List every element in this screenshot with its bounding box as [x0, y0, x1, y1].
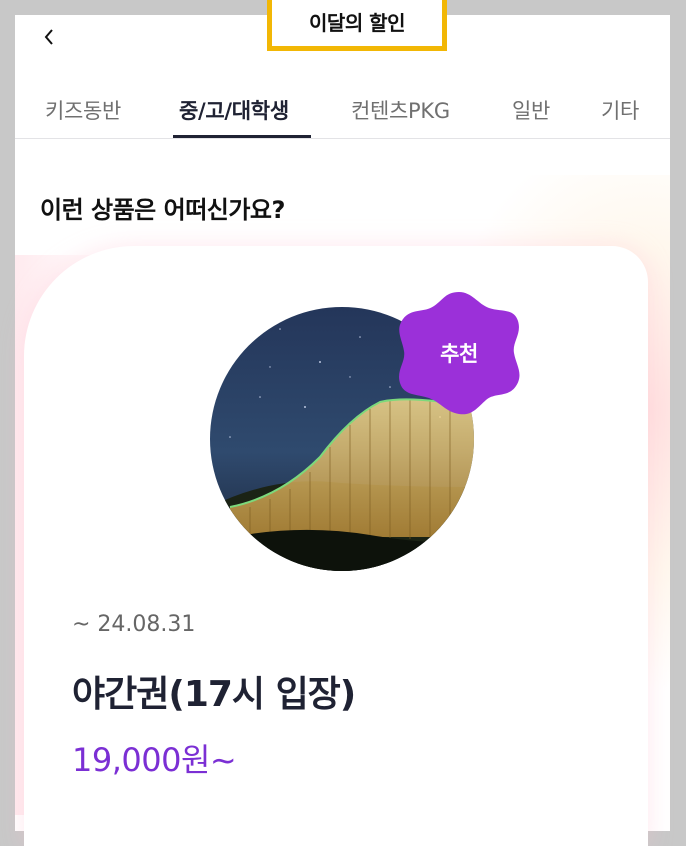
page-title-box: 이달의 할인 [267, 0, 447, 51]
back-button[interactable] [35, 23, 63, 51]
badge-label: 추천 [440, 342, 478, 366]
section-title: 이런 상품은 어떠신가요? [40, 196, 285, 224]
product-name[interactable]: 야간권(17시 입장) [72, 665, 356, 717]
tab-general[interactable]: 일반 [512, 95, 550, 125]
tab-kids[interactable]: 키즈동반 [45, 95, 121, 125]
active-tab-indicator [173, 135, 311, 138]
product-price: 19,000원~ [72, 741, 237, 779]
tab-contents-pkg[interactable]: 컨텐츠PKG [351, 95, 450, 125]
chevron-left-icon [44, 29, 53, 45]
recommend-badge: 추천 [394, 288, 524, 418]
category-tabs: 키즈동반 중/고/대학생 컨텐츠PKG 일반 기타 [15, 75, 670, 139]
page-title: 이달의 할인 [309, 11, 405, 35]
tab-other[interactable]: 기타 [601, 95, 639, 125]
tab-students[interactable]: 중/고/대학생 [179, 95, 289, 125]
product-date: ~ 24.08.31 [72, 612, 196, 637]
